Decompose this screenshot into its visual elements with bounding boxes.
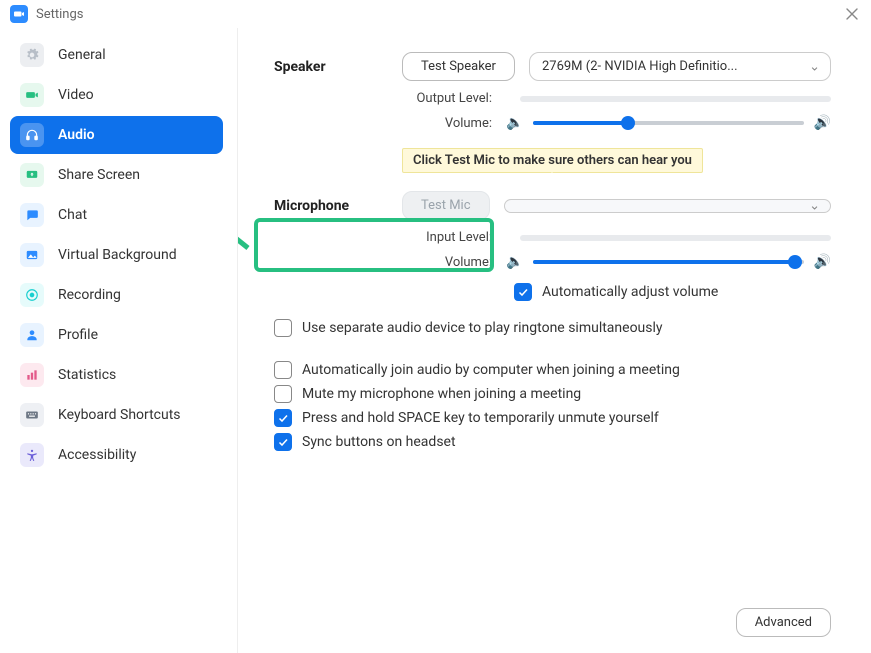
keyboard-icon bbox=[20, 403, 44, 427]
share-screen-icon bbox=[20, 163, 44, 187]
window-title: Settings bbox=[36, 7, 83, 22]
output-level-meter bbox=[520, 96, 831, 102]
test-mic-button[interactable]: Test Mic bbox=[402, 191, 490, 220]
volume-high-icon: 🔊 bbox=[814, 115, 831, 131]
chat-icon bbox=[20, 203, 44, 227]
separate-device-checkbox[interactable] bbox=[274, 319, 292, 337]
auto-join-checkbox[interactable] bbox=[274, 361, 292, 379]
mic-volume-label: Volume: bbox=[402, 255, 492, 270]
image-icon bbox=[20, 243, 44, 267]
mic-device-select[interactable]: ⌄ bbox=[504, 199, 831, 213]
advanced-button[interactable]: Advanced bbox=[736, 608, 831, 637]
sidebar-item-label: Chat bbox=[58, 207, 87, 223]
sidebar-item-label: Recording bbox=[58, 287, 121, 303]
volume-low-icon: 🔈 bbox=[506, 115, 523, 131]
volume-high-icon: 🔊 bbox=[814, 254, 831, 270]
sidebar-item-virtual-background[interactable]: Virtual Background bbox=[10, 236, 223, 274]
speaker-device-value: 2769M (2- NVIDIA High Definitio... bbox=[542, 59, 738, 74]
speaker-section-label: Speaker bbox=[274, 59, 402, 75]
chevron-down-icon: ⌄ bbox=[809, 199, 820, 213]
sidebar-item-label: Accessibility bbox=[58, 447, 136, 463]
sidebar-item-label: Share Screen bbox=[58, 167, 140, 183]
mic-volume-slider[interactable] bbox=[533, 251, 803, 273]
mute-on-join-checkbox[interactable] bbox=[274, 385, 292, 403]
chevron-down-icon: ⌄ bbox=[809, 59, 820, 74]
close-icon[interactable] bbox=[843, 5, 861, 23]
sync-headset-checkbox[interactable] bbox=[274, 433, 292, 451]
sidebar-item-label: Profile bbox=[58, 327, 98, 343]
mic-section-label: Microphone bbox=[274, 198, 402, 214]
input-level-label: Input Level: bbox=[402, 230, 492, 245]
auto-join-label: Automatically join audio by computer whe… bbox=[302, 362, 680, 378]
mic-hint: Click Test Mic to make sure others can h… bbox=[402, 148, 703, 173]
sidebar-item-label: General bbox=[58, 47, 106, 63]
sidebar-item-profile[interactable]: Profile bbox=[10, 316, 223, 354]
speaker-volume-label: Volume: bbox=[402, 116, 492, 131]
sidebar-item-label: Video bbox=[58, 87, 94, 103]
sidebar-item-share-screen[interactable]: Share Screen bbox=[10, 156, 223, 194]
mute-on-join-label: Mute my microphone when joining a meetin… bbox=[302, 386, 581, 402]
space-unmute-checkbox[interactable] bbox=[274, 409, 292, 427]
sidebar-item-recording[interactable]: Recording bbox=[10, 276, 223, 314]
sidebar-item-audio[interactable]: Audio bbox=[10, 116, 223, 154]
output-level-label: Output Level: bbox=[402, 91, 492, 106]
sidebar-item-general[interactable]: General bbox=[10, 36, 223, 74]
video-icon bbox=[20, 83, 44, 107]
sidebar-item-keyboard-shortcuts[interactable]: Keyboard Shortcuts bbox=[10, 396, 223, 434]
sidebar-item-video[interactable]: Video bbox=[10, 76, 223, 114]
accessibility-icon bbox=[20, 443, 44, 467]
content-panel: Speaker Test Speaker 2769M (2- NVIDIA Hi… bbox=[238, 28, 871, 653]
auto-adjust-label: Automatically adjust volume bbox=[542, 284, 718, 300]
bar-chart-icon bbox=[20, 363, 44, 387]
separate-device-label: Use separate audio device to play ringto… bbox=[302, 320, 663, 336]
record-icon bbox=[20, 283, 44, 307]
speaker-volume-slider[interactable] bbox=[533, 112, 803, 134]
input-level-meter bbox=[520, 235, 831, 241]
volume-low-icon: 🔈 bbox=[506, 254, 523, 270]
test-speaker-button[interactable]: Test Speaker bbox=[402, 52, 515, 81]
user-icon bbox=[20, 323, 44, 347]
auto-adjust-checkbox[interactable] bbox=[514, 283, 532, 301]
annotation-arrow bbox=[238, 118, 258, 268]
headphones-icon bbox=[20, 123, 44, 147]
sidebar-item-label: Audio bbox=[58, 127, 95, 143]
app-icon bbox=[10, 5, 28, 23]
sidebar-item-accessibility[interactable]: Accessibility bbox=[10, 436, 223, 474]
sidebar-item-label: Virtual Background bbox=[58, 247, 177, 263]
gear-icon bbox=[20, 43, 44, 67]
sidebar: General Video Audio Share Screen Chat bbox=[0, 28, 238, 653]
sidebar-item-chat[interactable]: Chat bbox=[10, 196, 223, 234]
sidebar-item-statistics[interactable]: Statistics bbox=[10, 356, 223, 394]
sidebar-item-label: Keyboard Shortcuts bbox=[58, 407, 181, 423]
sidebar-item-label: Statistics bbox=[58, 367, 116, 383]
sync-headset-label: Sync buttons on headset bbox=[302, 434, 456, 450]
space-unmute-label: Press and hold SPACE key to temporarily … bbox=[302, 410, 659, 426]
speaker-device-select[interactable]: 2769M (2- NVIDIA High Definitio... ⌄ bbox=[529, 52, 831, 81]
